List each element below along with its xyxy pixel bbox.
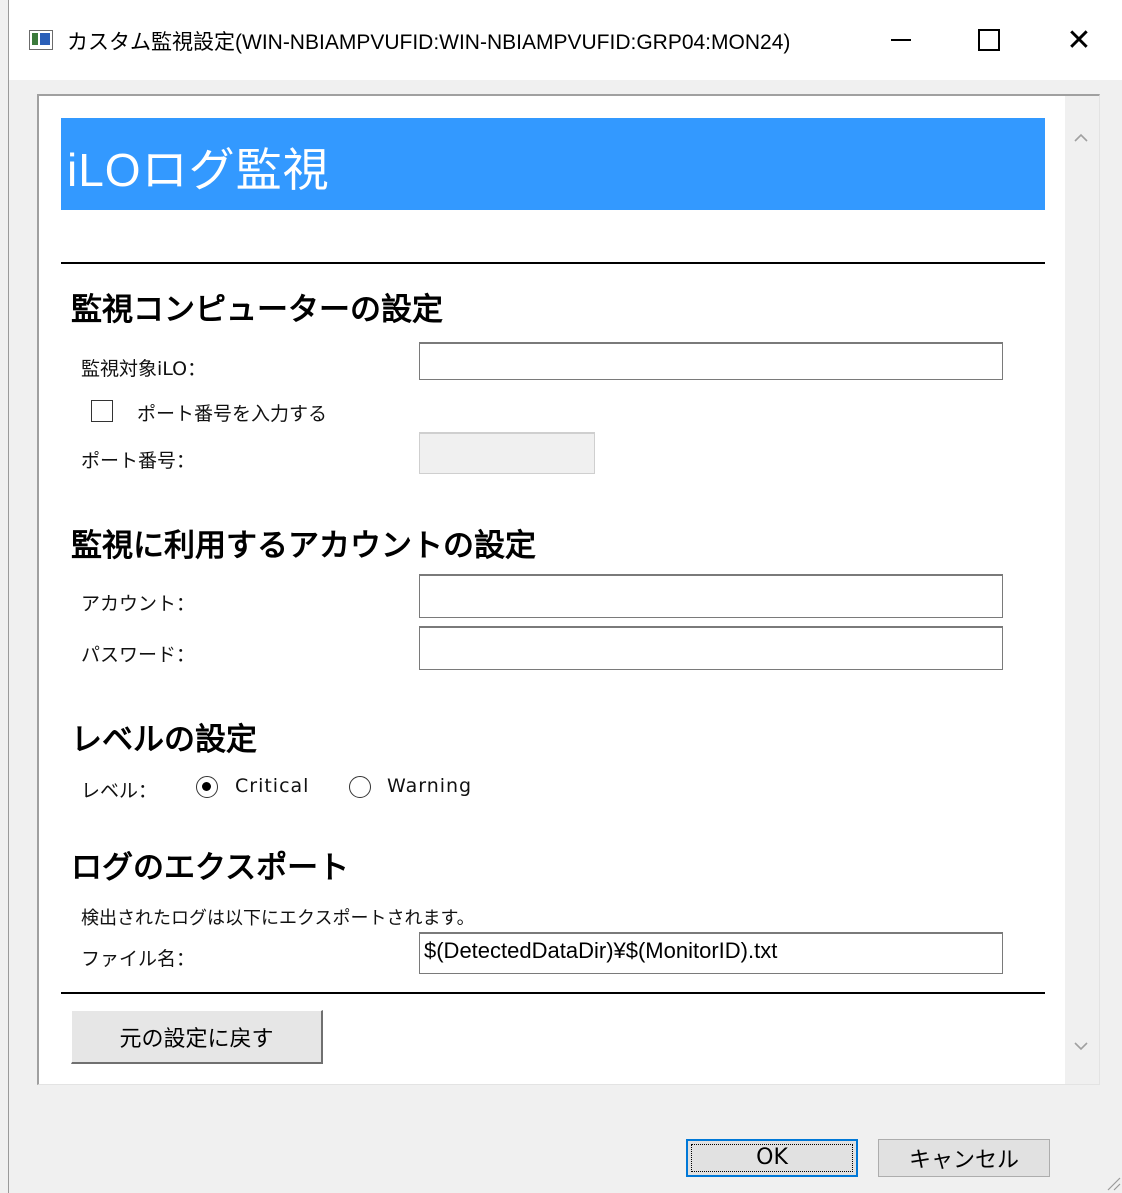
window-title: カスタム監視設定(WIN-NBIAMPVUFID:WIN-NBIAMPVUFID… <box>67 31 791 54</box>
export-description: 検出されたログは以下にエクスポートされます。 <box>81 908 475 929</box>
page-title: iLOログ監視 <box>67 144 330 196</box>
level-label: レベル： <box>81 780 158 802</box>
close-button[interactable]: ✕ <box>1049 14 1109 66</box>
settings-panel: iLOログ監視 監視コンピューターの設定 監視対象iLO： ポート番号を入力する… <box>37 94 1100 1085</box>
filename-input[interactable]: $(DetectedDataDir)¥$(MonitorID).txt <box>419 932 1003 974</box>
target-ilo-label: 監視対象iLO： <box>81 358 207 380</box>
port-label: ポート番号： <box>81 450 196 472</box>
radio-warning[interactable] <box>349 776 371 798</box>
ok-button[interactable]: OK <box>686 1139 858 1177</box>
header-banner: iLOログ監視 <box>61 118 1045 210</box>
filename-label: ファイル名： <box>81 948 196 970</box>
title-bar[interactable]: カスタム監視設定(WIN-NBIAMPVUFID:WIN-NBIAMPVUFID… <box>9 0 1122 80</box>
vertical-scrollbar[interactable] <box>1065 96 1099 1084</box>
chevron-down-icon[interactable] <box>1073 1038 1089 1054</box>
section-title-monitor: 監視コンピューターの設定 <box>71 292 443 328</box>
port-checkbox-label[interactable]: ポート番号を入力する <box>137 399 327 426</box>
radio-critical-label[interactable]: Critical <box>235 775 309 797</box>
password-input[interactable] <box>419 626 1003 670</box>
app-window-icon <box>29 30 53 50</box>
section-title-account: 監視に利用するアカウントの設定 <box>71 528 536 564</box>
divider-bottom <box>61 992 1045 994</box>
password-label: パスワード： <box>81 644 196 666</box>
ok-button-label: OK <box>691 1144 853 1172</box>
port-input[interactable] <box>419 432 595 474</box>
revert-button[interactable]: 元の設定に戻す <box>71 1010 323 1064</box>
dialog-window: カスタム監視設定(WIN-NBIAMPVUFID:WIN-NBIAMPVUFID… <box>8 0 1122 1193</box>
account-label: アカウント： <box>81 593 196 615</box>
radio-critical[interactable] <box>196 776 218 798</box>
maximize-button[interactable] <box>959 14 1019 66</box>
resize-grip-icon[interactable] <box>1103 1173 1121 1191</box>
minimize-button[interactable] <box>871 14 931 66</box>
section-title-level: レベルの設定 <box>71 722 257 758</box>
section-title-export: ログのエクスポート <box>71 850 350 886</box>
maximize-icon <box>978 29 1000 51</box>
port-checkbox[interactable] <box>91 400 113 422</box>
cancel-button[interactable]: キャンセル <box>878 1139 1050 1177</box>
chevron-up-icon[interactable] <box>1073 130 1089 146</box>
radio-warning-label[interactable]: Warning <box>387 775 472 797</box>
target-ilo-input[interactable] <box>419 342 1003 380</box>
divider-top <box>61 262 1045 264</box>
minimize-icon <box>891 39 911 41</box>
account-input[interactable] <box>419 574 1003 618</box>
